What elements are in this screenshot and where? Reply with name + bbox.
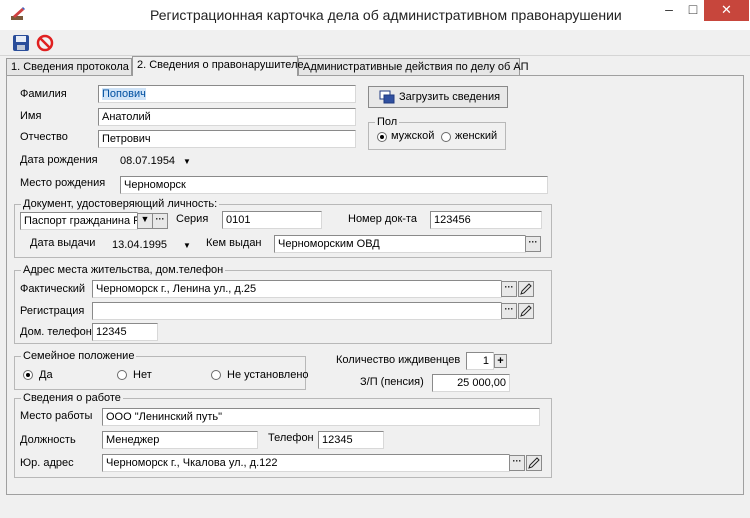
- doc-number-field[interactable]: 123456: [430, 211, 542, 229]
- dependents-label: Количество иждивенцев: [336, 354, 461, 366]
- gender-male-radio[interactable]: [377, 132, 387, 142]
- registration-label: Регистрация: [20, 305, 85, 317]
- tab-offender[interactable]: 2. Сведения о правонарушителе: [132, 56, 304, 76]
- patronymic-field[interactable]: Петрович: [98, 130, 356, 148]
- birthdate-label: Дата рождения: [20, 154, 98, 166]
- birthdate-dropdown-icon[interactable]: ▼: [183, 157, 191, 166]
- birthdate-field[interactable]: 08.07.1954: [120, 155, 175, 167]
- toolbar: [0, 30, 750, 56]
- app-icon: [11, 7, 25, 20]
- registration-browse-button[interactable]: ···: [501, 303, 517, 319]
- salary-field[interactable]: 25 000,00: [432, 374, 510, 392]
- gender-female-label: женский: [455, 130, 498, 142]
- actual-address-field[interactable]: Черноморск г., Ленина ул., д.25: [92, 280, 502, 298]
- work-phone-field[interactable]: 12345: [318, 431, 384, 449]
- surname-label: Фамилия: [20, 88, 67, 100]
- salary-label: З/П (пенсия): [360, 376, 424, 388]
- legal-address-browse-button[interactable]: ···: [509, 455, 525, 471]
- family-yes-radio[interactable]: [23, 370, 33, 380]
- doc-number-label: Номер док-та: [348, 213, 417, 225]
- gender-male-label: мужской: [391, 130, 435, 142]
- series-field[interactable]: 0101: [222, 211, 322, 229]
- family-legend: Семейное положение: [21, 350, 137, 363]
- issue-date-dropdown-icon[interactable]: ▼: [183, 241, 191, 250]
- surname-field[interactable]: Попович: [98, 85, 356, 103]
- issued-by-browse-button[interactable]: ···: [525, 236, 541, 252]
- no-entry-icon[interactable]: [36, 34, 54, 52]
- maximize-button[interactable]: □: [684, 0, 702, 21]
- series-label: Серия: [176, 213, 209, 225]
- document-type-select[interactable]: Паспорт гражданина РФ: [20, 212, 138, 230]
- workplace-label: Место работы: [20, 410, 93, 422]
- title-bar: Регистрационная карточка дела об админис…: [0, 0, 750, 30]
- position-field[interactable]: Менеджер: [102, 431, 258, 449]
- tab-strip: 1. Сведения протокола 2. Сведения о прав…: [0, 56, 750, 76]
- close-button[interactable]: ✕: [704, 0, 749, 21]
- load-data-icon: [379, 90, 395, 104]
- gender-group: Пол мужской женский: [368, 116, 506, 150]
- issue-date-field[interactable]: 13.04.1995: [112, 239, 167, 251]
- minimize-button[interactable]: –: [660, 0, 678, 21]
- tab-actions[interactable]: Административные действия по делу об АП: [298, 58, 528, 76]
- patronymic-label: Отчество: [20, 131, 68, 143]
- document-legend: Документ, удостоверяющий личность:: [21, 198, 220, 211]
- family-unknown-radio[interactable]: [211, 370, 221, 380]
- document-type-browse-button[interactable]: ···: [152, 213, 168, 229]
- load-data-button[interactable]: Загрузить сведения: [368, 86, 508, 108]
- family-unknown-label: Не установлено: [227, 369, 309, 381]
- registration-edit-icon[interactable]: [518, 303, 534, 319]
- family-yes-label: Да: [39, 369, 53, 381]
- name-field[interactable]: Анатолий: [98, 108, 356, 126]
- actual-address-label: Фактический: [20, 283, 86, 295]
- document-type-dropdown-icon[interactable]: ▼: [137, 213, 153, 229]
- registration-field[interactable]: [92, 302, 502, 320]
- tab-protocol[interactable]: 1. Сведения протокола: [6, 58, 132, 76]
- family-no-label: Нет: [133, 369, 152, 381]
- workplace-field[interactable]: ООО "Ленинский путь": [102, 408, 540, 426]
- dependents-field[interactable]: 1: [466, 352, 494, 370]
- legal-address-field[interactable]: Черноморск г., Чкалова ул., д.122: [102, 454, 510, 472]
- issue-date-label: Дата выдачи: [30, 237, 96, 249]
- actual-address-browse-button[interactable]: ···: [501, 281, 517, 297]
- position-label: Должность: [20, 434, 76, 446]
- legal-address-label: Юр. адрес: [20, 457, 74, 469]
- issued-by-field[interactable]: Черноморским ОВД: [274, 235, 526, 253]
- home-phone-field[interactable]: 12345: [92, 323, 158, 341]
- gender-legend: Пол: [375, 116, 400, 129]
- birthplace-field[interactable]: Черноморск: [120, 176, 548, 194]
- family-group: Семейное положение Да Нет Не установлено: [14, 350, 309, 390]
- work-phone-label: Телефон: [268, 432, 314, 444]
- window-title: Регистрационная карточка дела об админис…: [150, 7, 622, 23]
- work-legend: Сведения о работе: [21, 392, 123, 405]
- issued-by-label: Кем выдан: [206, 237, 262, 249]
- gender-female-radio[interactable]: [441, 132, 451, 142]
- floppy-disk-icon[interactable]: [12, 34, 30, 52]
- home-phone-label: Дом. телефон: [20, 326, 92, 338]
- birthplace-label: Место рождения: [20, 177, 106, 189]
- name-label: Имя: [20, 110, 42, 122]
- legal-address-edit-icon[interactable]: [526, 455, 542, 471]
- dependents-stepper[interactable]: +: [494, 354, 507, 368]
- address-legend: Адрес места жительства, дом.телефон: [21, 264, 226, 277]
- actual-address-edit-icon[interactable]: [518, 281, 534, 297]
- family-no-radio[interactable]: [117, 370, 127, 380]
